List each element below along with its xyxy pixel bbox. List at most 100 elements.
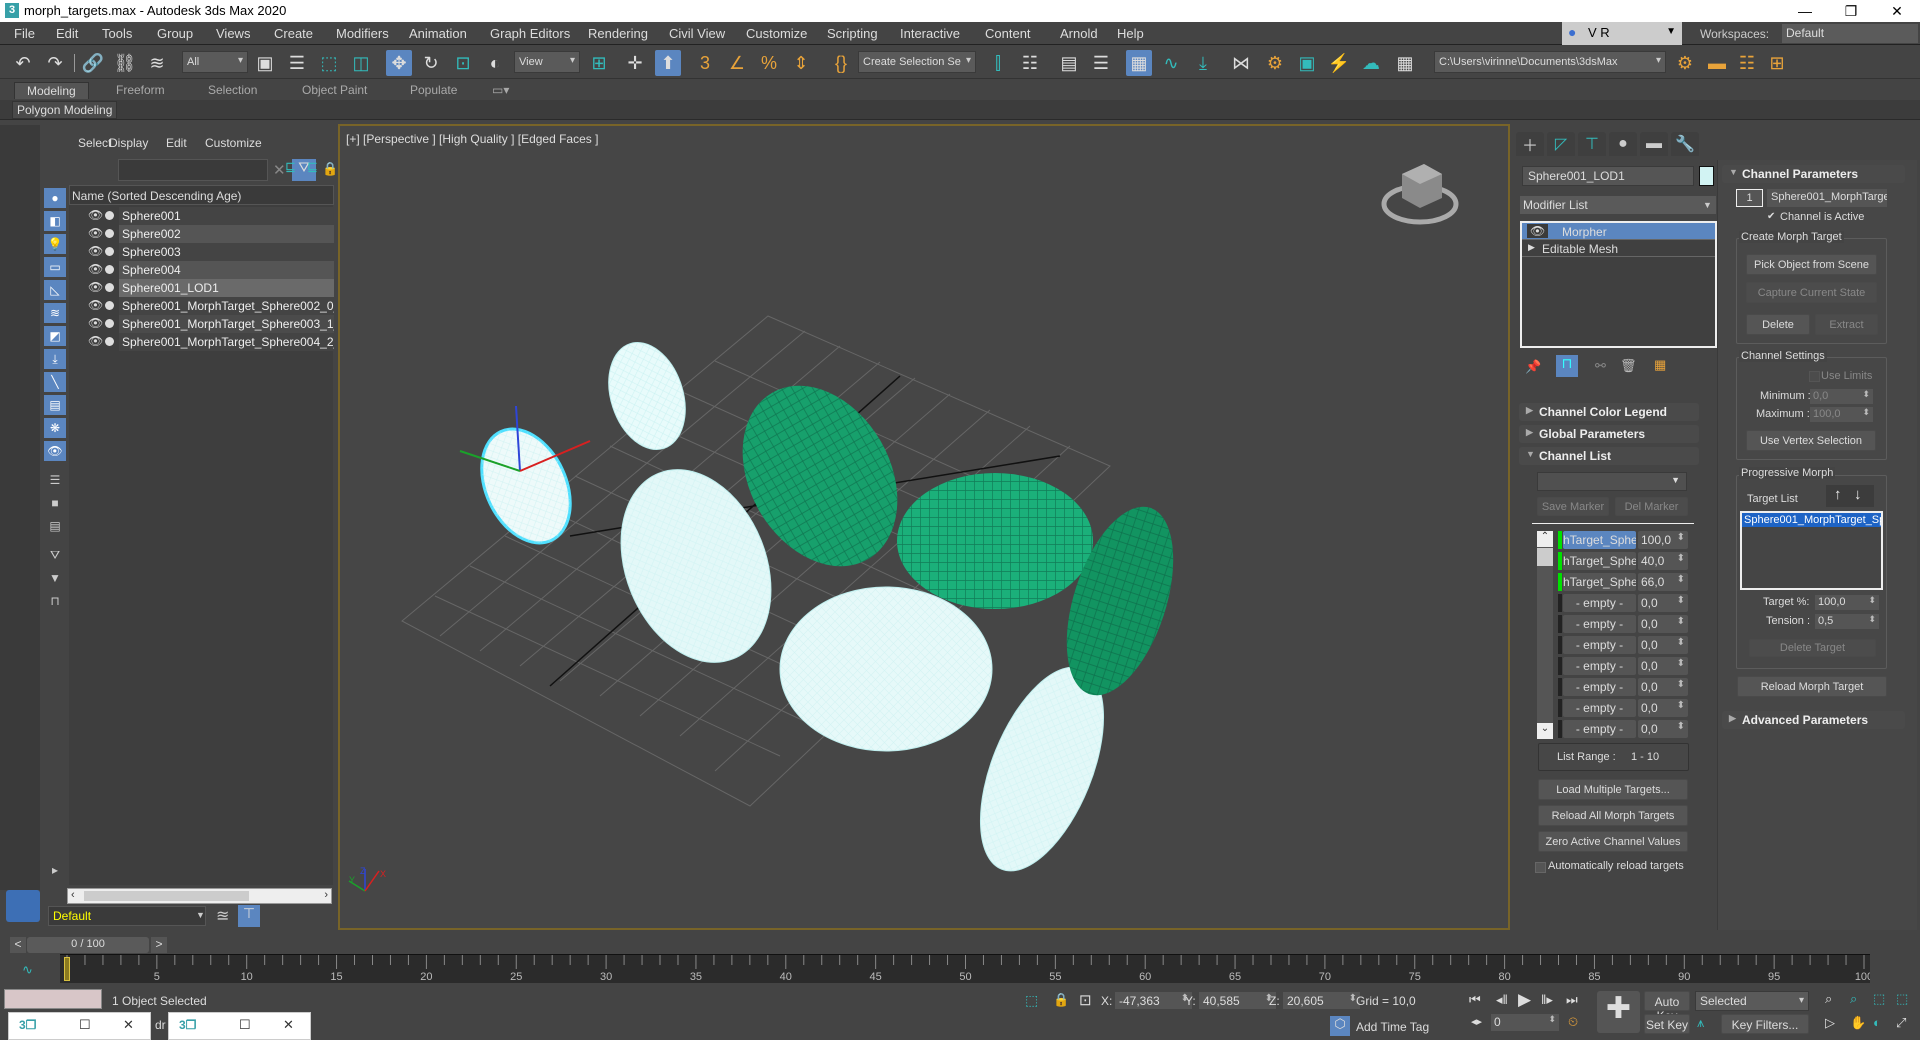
- track-bar[interactable]: 0510152025303540455055606570758085909510…: [60, 954, 1873, 983]
- channel-value-spinner[interactable]: 0,0: [1638, 615, 1688, 633]
- ribbon-options-icon[interactable]: ▭▾: [480, 82, 521, 98]
- capture-current-state-button[interactable]: Capture Current State: [1746, 282, 1877, 303]
- display-all-icon[interactable]: ☰: [44, 470, 66, 490]
- rollout-global-parameters[interactable]: ▶ Global Parameters: [1519, 425, 1699, 443]
- menu-file[interactable]: File: [14, 26, 35, 41]
- menu-civil-view[interactable]: Civil View: [669, 26, 725, 41]
- channel-row[interactable]: hTarget_Spher 40,0: [1558, 552, 1688, 570]
- maxscript-listener[interactable]: [4, 989, 102, 1009]
- freeze-icon[interactable]: [105, 337, 114, 346]
- channel-row[interactable]: hTarget_Spher 66,0: [1558, 573, 1688, 591]
- close-icon[interactable]: ✕: [283, 1017, 294, 1033]
- scrollbar-thumb[interactable]: [1537, 548, 1553, 566]
- project-hierarchy-icon[interactable]: ⊞: [1764, 50, 1790, 76]
- del-marker-button[interactable]: Del Marker: [1615, 497, 1688, 516]
- mirror-icon[interactable]: ⫿: [985, 50, 1011, 76]
- channel-row[interactable]: - empty -0,0: [1558, 636, 1688, 654]
- channel-row[interactable]: - empty -0,0: [1558, 678, 1688, 696]
- channel-name-button[interactable]: - empty -: [1563, 636, 1636, 654]
- tension-spinner[interactable]: 0,5: [1815, 614, 1879, 629]
- channel-name-button[interactable]: - empty -: [1563, 678, 1636, 696]
- schematic-view-icon[interactable]: ⋈: [1228, 50, 1254, 76]
- channel-name-field[interactable]: Sphere001_MorphTarge: [1767, 189, 1887, 207]
- menu-animation[interactable]: Animation: [409, 26, 467, 41]
- extract-button[interactable]: Extract: [1815, 314, 1878, 335]
- load-multiple-targets-button[interactable]: Load Multiple Targets...: [1538, 779, 1688, 800]
- list-item-selected[interactable]: 👁 Sphere001_LOD1: [69, 279, 334, 297]
- menu-scripting[interactable]: Scripting: [827, 26, 878, 41]
- project-structure-icon[interactable]: ☷: [1734, 50, 1760, 76]
- display-helpers-icon[interactable]: ◺: [44, 280, 66, 300]
- menu-tools[interactable]: Tools: [102, 26, 132, 41]
- display-groups-icon[interactable]: ◩: [44, 326, 66, 346]
- rollout-channel-parameters[interactable]: ▼ Channel Parameters: [1722, 165, 1905, 183]
- key-mode-dropdown[interactable]: Selected: [1695, 991, 1809, 1011]
- sort-by-hierarchy-icon[interactable]: ⊤: [238, 905, 260, 927]
- set-keys-icon[interactable]: ✚: [1597, 991, 1640, 1033]
- channel-value-spinner[interactable]: 0,0: [1638, 699, 1688, 717]
- user-account-dropdown[interactable]: ● V R ▼: [1562, 22, 1682, 45]
- percent-snap-icon[interactable]: %: [756, 50, 782, 76]
- auto-key-button[interactable]: Auto Key: [1644, 991, 1690, 1023]
- list-item[interactable]: 👁 Sphere001: [69, 207, 334, 225]
- channel-name-button[interactable]: hTarget_Spher: [1563, 531, 1636, 549]
- key-filters-button[interactable]: Key Filters...: [1721, 1014, 1809, 1034]
- curve-editor-icon[interactable]: ∿: [1158, 50, 1184, 76]
- perspective-viewport[interactable]: [+] [Perspective ] [High Quality ] [Edge…: [338, 124, 1510, 930]
- eye-icon[interactable]: 👁: [88, 298, 103, 312]
- move-up-icon[interactable]: ↑: [1834, 486, 1842, 503]
- sort-by-layer-icon[interactable]: ≊: [216, 906, 229, 926]
- channel-active-checkbox[interactable]: ✔: [1767, 211, 1775, 222]
- select-and-scale-icon[interactable]: ⊡: [450, 50, 476, 76]
- selection-filter-dropdown[interactable]: All: [182, 51, 248, 73]
- unlink-icon[interactable]: ⛓: [112, 50, 138, 76]
- menu-edit[interactable]: Edit: [56, 26, 78, 41]
- eye-icon[interactable]: 👁: [88, 208, 103, 222]
- close-icon[interactable]: ✕: [123, 1017, 134, 1033]
- set-key-button[interactable]: Set Key: [1644, 1014, 1690, 1034]
- channel-name-button[interactable]: - empty -: [1563, 699, 1636, 717]
- absolute-mode-icon[interactable]: ⊡: [1079, 991, 1092, 1009]
- prev-frame-icon[interactable]: <: [10, 937, 26, 953]
- select-manipulate-icon[interactable]: ✛: [622, 50, 648, 76]
- eye-icon[interactable]: 👁: [88, 244, 103, 258]
- bind-space-warp-icon[interactable]: ≋: [144, 50, 170, 76]
- restore-button[interactable]: ❐: [1828, 0, 1874, 22]
- explorer-search-input[interactable]: [118, 159, 268, 181]
- eye-icon[interactable]: 👁: [88, 334, 103, 348]
- keyboard-shortcut-override-icon[interactable]: ⬆: [655, 50, 681, 76]
- utilities-tab-icon[interactable]: 🔧: [1671, 132, 1699, 156]
- stack-item-morpher[interactable]: 👁 Morpher: [1522, 223, 1715, 240]
- workspace-dropdown[interactable]: Default: [1782, 24, 1918, 43]
- create-tab-icon[interactable]: ＋: [1516, 132, 1544, 156]
- dope-sheet-icon[interactable]: ⤓: [1190, 50, 1216, 76]
- select-and-move-icon[interactable]: ✥: [386, 50, 412, 76]
- toggle-ribbon-icon[interactable]: ▦: [1126, 50, 1152, 76]
- toggle-scene-explorer-icon[interactable]: ▤: [1056, 50, 1082, 76]
- column-header-name[interactable]: Name (Sorted Descending Age): [69, 185, 334, 205]
- window-crossing-icon[interactable]: ◫: [348, 50, 374, 76]
- list-item[interactable]: 👁 Sphere002: [69, 225, 334, 243]
- project-path-dropdown[interactable]: C:\Users\virinne\Documents\3dsMax: [1434, 51, 1666, 73]
- channel-value-spinner[interactable]: 0,0: [1638, 657, 1688, 675]
- display-space-warps-icon[interactable]: ≋: [44, 303, 66, 323]
- channel-name-button[interactable]: - empty -: [1563, 720, 1636, 738]
- scroll-left-icon[interactable]: ‹: [71, 889, 75, 901]
- select-and-place-icon[interactable]: ◐: [482, 50, 508, 76]
- auto-reload-checkbox[interactable]: [1535, 862, 1546, 873]
- hierarchy-tab-icon[interactable]: ⊤: [1578, 132, 1606, 156]
- edit-named-selection-icon[interactable]: {}: [828, 50, 854, 76]
- hierarchy-icon[interactable]: ⊑: [285, 159, 296, 175]
- maximize-icon[interactable]: ☐: [239, 1017, 251, 1033]
- lock-icon[interactable]: 🔒: [322, 161, 338, 177]
- named-selection-dropdown[interactable]: Create Selection Se: [858, 51, 976, 73]
- channel-row[interactable]: - empty -0,0: [1558, 699, 1688, 717]
- next-key-icon[interactable]: ‖▸: [1541, 992, 1553, 1008]
- stack-item-editable-mesh[interactable]: ▶ Editable Mesh: [1522, 240, 1715, 257]
- go-to-start-icon[interactable]: ⏮: [1469, 992, 1481, 1008]
- channel-value-spinner[interactable]: 0,0: [1638, 720, 1688, 738]
- pin-stack-icon[interactable]: 📌: [1525, 359, 1541, 375]
- object-name-field[interactable]: Sphere001_LOD1: [1522, 166, 1694, 186]
- show-end-result-icon[interactable]: ⊓: [1556, 355, 1578, 377]
- menu-content[interactable]: Content: [985, 26, 1031, 41]
